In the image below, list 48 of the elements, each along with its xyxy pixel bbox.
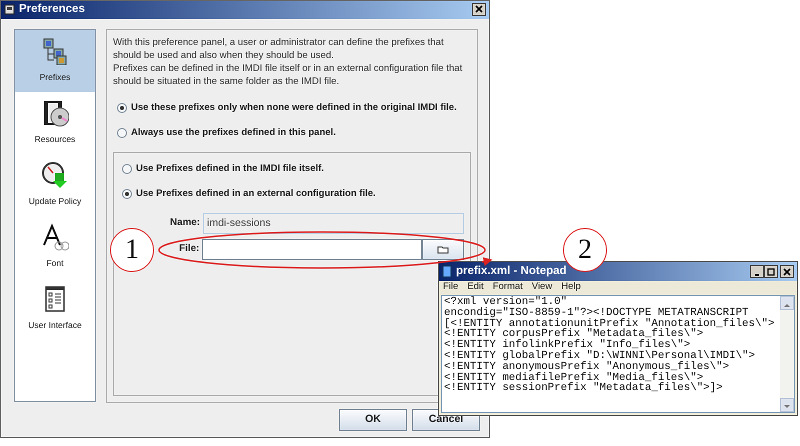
sidebar-item[interactable]: Resources: [15, 92, 95, 154]
menu-item[interactable]: File: [443, 280, 458, 295]
sidebar-item[interactable]: Prefixes: [15, 30, 95, 92]
code-line: <!ENTITY corpusPrefix "Metadata_files\">: [444, 329, 704, 340]
menu-item[interactable]: View: [532, 280, 552, 295]
code-line: <!ENTITY globalPrefix "D:\WINNI\Personal\IMDI\">: [444, 350, 756, 362]
description-text: With this preference panel, a user or administrator can define the prefixes that should be used and also when they should be used.: [113, 36, 445, 62]
sidebar-item[interactable]: User Interface: [15, 278, 95, 340]
code-line: [<!ENTITY annotationunitPrefix "Annotation_files\">: [444, 318, 776, 330]
field-label: File:: [179, 242, 200, 256]
maximize-button[interactable]: [764, 265, 778, 278]
window-title: Preferences: [19, 2, 85, 18]
code-line: <!ENTITY mediafilePrefix "Media_files\">: [444, 372, 704, 384]
code-line: <!ENTITY anonymousPrefix "Anonymous_files\">: [444, 362, 730, 373]
code-line: <?xml version="1.0": [444, 297, 568, 308]
app-icon: [4, 4, 15, 16]
pointer-arrow: [482, 257, 492, 266]
menu-item[interactable]: Format: [492, 280, 523, 295]
radio-option[interactable]: Always use the prefixes defined in this panel.: [113, 120, 471, 146]
file-field[interactable]: [202, 239, 422, 260]
radio-option[interactable]: Use these prefixes only when none were defined in the original IMDI file.: [113, 96, 471, 121]
clock-arrow-icon: [41, 161, 69, 190]
font-icon: [41, 223, 69, 252]
maximize-icon: [767, 268, 775, 276]
scrollbar[interactable]: [780, 296, 794, 412]
radio-option[interactable]: Use Prefixes defined in the IMDI file itself.: [118, 156, 464, 182]
folder-icon: [437, 245, 450, 254]
code-line: <!ENTITY infolinkPrefix "Info_files\">: [444, 340, 690, 351]
code-line: encondig="ISO-8859-1"?><!DOCTYPE METATRANSCRIPT: [444, 308, 749, 319]
dialog-button[interactable]: OK: [339, 408, 407, 431]
minimize-button[interactable]: [750, 265, 764, 278]
close-icon: [475, 5, 483, 14]
text-area[interactable]: [441, 295, 795, 413]
radio-option[interactable]: Use Prefixes defined in an external configuration file.: [118, 182, 464, 207]
menu-item[interactable]: Edit: [467, 280, 484, 295]
browse-button[interactable]: [422, 239, 464, 260]
sidebar-item[interactable]: Font: [15, 216, 95, 278]
close-icon: [783, 268, 791, 276]
film-disc-icon: [41, 99, 69, 128]
field-label: Name:: [170, 216, 200, 230]
menu-item[interactable]: Help: [561, 280, 581, 295]
code-line: <!ENTITY sessionPrefix "Metadata_files\">]>: [444, 383, 724, 394]
close-button[interactable]: [780, 265, 794, 278]
description-text: Prefixes can be defined in the IMDI file itself or in an external configuration file that should be situated in the same folder as the IMDI file.: [113, 62, 464, 88]
notepad-icon: [442, 265, 452, 278]
sidebar-item[interactable]: Update Policy: [15, 154, 95, 216]
windows-icon: [41, 37, 69, 66]
close-button[interactable]: [472, 3, 486, 16]
